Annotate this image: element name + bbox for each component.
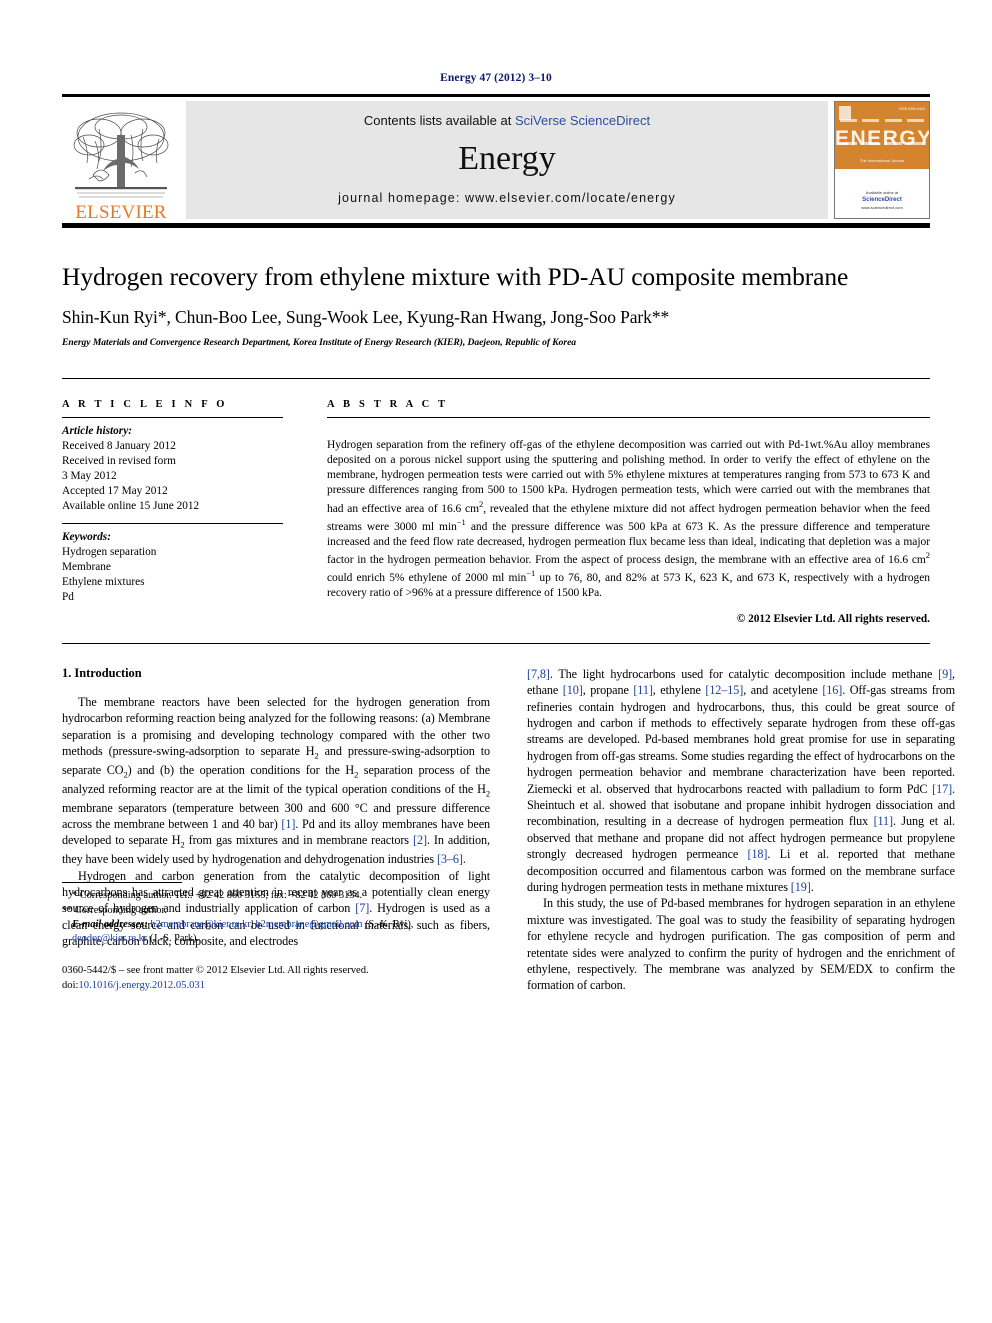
affiliation: Energy Materials and Convergence Researc… (62, 337, 577, 349)
sciencedirect-link[interactable]: SciVerse ScienceDirect (515, 113, 650, 128)
author-list: Shin-Kun Ryi*, Chun-Boo Lee, Sung-Wook L… (62, 307, 670, 328)
cover-footer: Available online at ScienceDirect www.sc… (835, 190, 929, 211)
abstract-heading: A B S T R A C T (327, 399, 449, 411)
article-history-label: Article history: (62, 425, 132, 438)
doi-label: doi: (62, 980, 79, 992)
history-item: Available online 15 June 2012 (62, 500, 200, 513)
footnote-emails: E-mail addresses: h2membrane@kier.re.kr,… (72, 918, 414, 944)
elsevier-tree-icon (73, 112, 169, 198)
keyword-item: Hydrogen separation (62, 546, 157, 559)
cover-subtitle: The International Journal (859, 158, 905, 164)
abstract-text: Hydrogen separation from the refinery of… (327, 438, 931, 599)
footnote-rule (62, 882, 182, 884)
email-owner-1: (S.-K. Ryi), (365, 918, 414, 930)
keyword-item: Ethylene mixtures (62, 576, 145, 589)
body-paragraph: In this study, the use of Pd-based membr… (527, 896, 955, 993)
footnote-corresponding-1: * Corresponding author. Tel.: +82 42 860… (72, 890, 363, 902)
issn-line: 0360-5442/$ – see front matter © 2012 El… (62, 965, 369, 977)
history-item: Accepted 17 May 2012 (62, 485, 168, 498)
abstract-column: A B S T R A C T Hydrogen separation from… (305, 379, 930, 625)
article-info-heading: A R T I C L E I N F O (62, 399, 228, 411)
email-link-1[interactable]: h2membrane@kier.re.kr (150, 919, 250, 930)
body-columns: 1. Introduction The membrane reactors ha… (62, 666, 955, 994)
cover-sciencedirect-url: www.sciencedirect.com (861, 204, 903, 210)
body-right-column: [7,8]. The light hydrocarbons used for c… (527, 666, 955, 994)
email-link-3[interactable]: deodor@kier.re.kr (72, 933, 147, 944)
keywords-group: Keywords: Hydrogen separation Membrane E… (62, 524, 283, 614)
contents-available-line: Contents lists available at SciVerse Sci… (364, 113, 650, 128)
paper-page: Energy 47 (2012) 3–10 ELSEVIER Contents … (0, 0, 992, 1323)
running-head: Energy 47 (2012) 3–10 (440, 72, 552, 84)
body-paragraph: The membrane reactors have been selected… (62, 694, 491, 867)
cover-top-panel: ISSN 0360-5442 ENERGY The International … (835, 102, 929, 170)
history-item: 3 May 2012 (62, 470, 117, 483)
cover-bottom-panel: Available online at ScienceDirect www.sc… (835, 169, 929, 218)
section-heading-introduction: 1. Introduction (62, 665, 142, 680)
issn-block: 0360-5442/$ – see front matter © 2012 El… (62, 964, 490, 994)
body-top-rule (62, 642, 930, 644)
cover-sciencedirect-label: ScienceDirect (862, 196, 902, 203)
email-owner-2: (J.-S. Park). (149, 933, 200, 944)
cover-strip-top (840, 119, 924, 123)
abstract-rule (327, 417, 930, 419)
contents-prefix: Contents lists available at (363, 113, 515, 128)
keyword-item: Membrane (62, 561, 111, 574)
history-item: Received 8 January 2012 (62, 440, 176, 453)
body-paragraph: [7,8]. The light hydrocarbons used for c… (527, 666, 955, 895)
copyright-line: © 2012 Elsevier Ltd. All rights reserved… (736, 612, 930, 625)
masthead-banner: Contents lists available at SciVerse Sci… (186, 101, 828, 219)
email-link-2[interactable]: h2membrane@gmail.com (256, 919, 363, 930)
journal-homepage[interactable]: journal homepage: www.elsevier.com/locat… (338, 191, 676, 205)
keyword-item: Pd (62, 591, 74, 604)
doi-line: doi:10.1016/j.energy.2012.05.031 (62, 979, 490, 994)
cover-strip-bottom (840, 142, 924, 146)
keywords-label: Keywords: (62, 531, 111, 544)
email-addresses-label: E-mail addresses: (72, 918, 148, 930)
cover-issue-label: ISSN 0360-5442 (899, 107, 925, 111)
footnote-corresponding-2: ** Corresponding author. (62, 904, 167, 916)
info-abstract-section: A R T I C L E I N F O Article history: R… (62, 378, 930, 625)
elsevier-wordmark: ELSEVIER (75, 202, 167, 223)
elsevier-logo: ELSEVIER (62, 97, 180, 223)
journal-cover-thumbnail: ISSN 0360-5442 ENERGY The International … (834, 101, 930, 219)
history-item: Received in revised form (62, 455, 176, 468)
body-left-column: 1. Introduction The membrane reactors ha… (62, 666, 490, 994)
article-info-column: A R T I C L E I N F O Article history: R… (62, 379, 305, 625)
page-title: Hydrogen recovery from ethylene mixture … (62, 262, 849, 291)
journal-masthead: ELSEVIER Contents lists available at Sci… (62, 94, 930, 223)
cover-elsevier-mark-icon (839, 106, 851, 120)
title-block: Hydrogen recovery from ethylene mixture … (62, 228, 930, 348)
doi-link[interactable]: 10.1016/j.energy.2012.05.031 (78, 980, 205, 991)
article-history-group: Article history: Received 8 January 2012… (62, 418, 283, 523)
footnotes-block: * Corresponding author. Tel.: +82 42 860… (62, 882, 490, 993)
journal-name: Energy (458, 139, 556, 177)
